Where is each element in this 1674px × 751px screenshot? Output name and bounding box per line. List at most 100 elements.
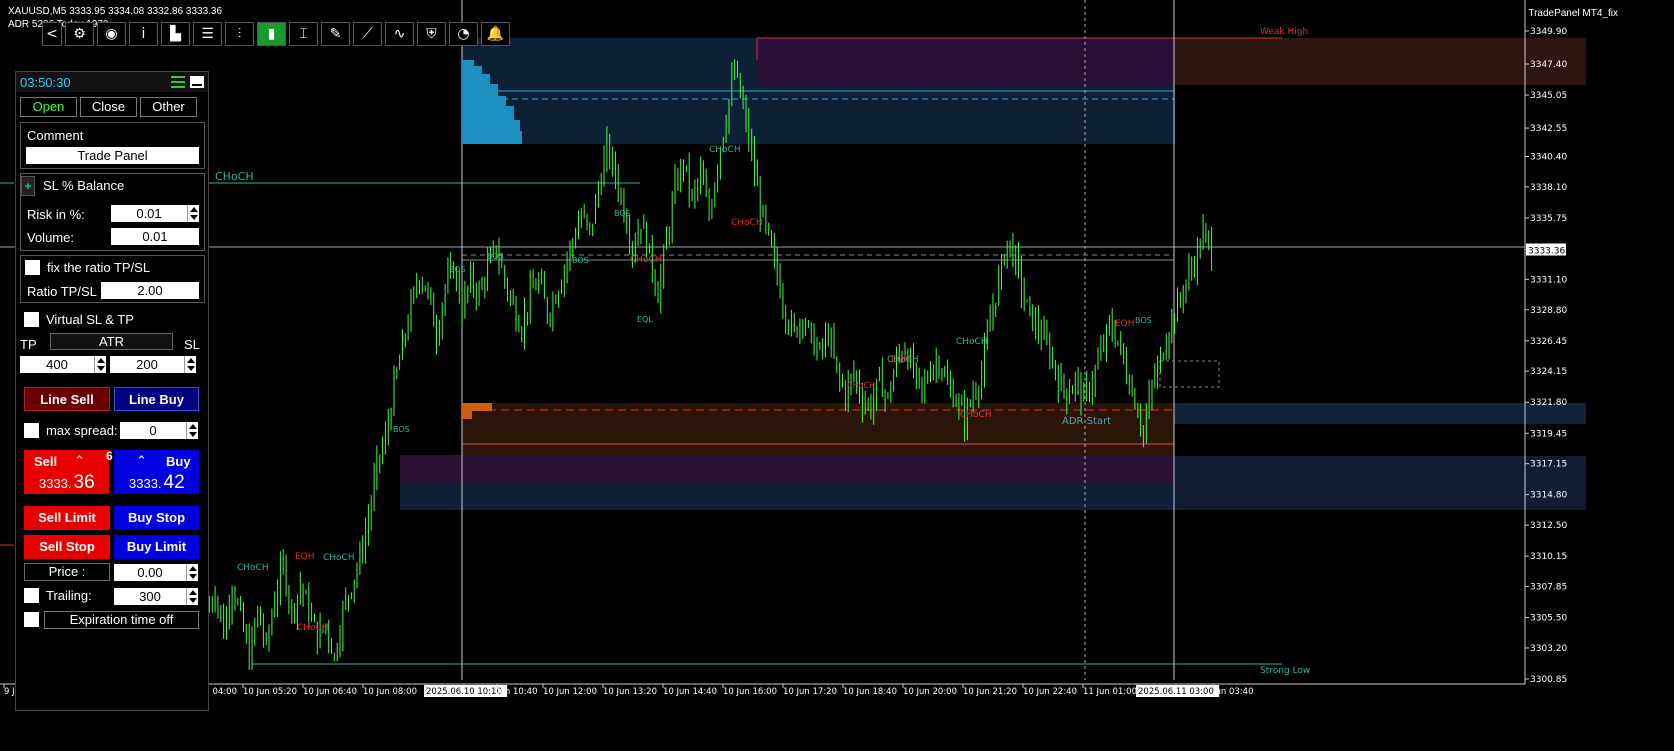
chart-toolbar: < ⚙ ◉ i ▙ ☰ ⫶ ▮ ⌶ ✎ ⟋ ∿ ⛨ ◔ 🔔 [42, 22, 513, 48]
risk-stepper[interactable] [187, 205, 199, 222]
smc-label: CHoCH [731, 218, 763, 228]
expand-icon[interactable]: + [21, 176, 35, 196]
expiration-checkbox[interactable] [24, 612, 39, 627]
tab-open[interactable]: Open [20, 97, 77, 117]
smc-label: CHoCH [709, 145, 741, 155]
price-tick-label: 3331.10 [1530, 275, 1567, 285]
gear-icon[interactable]: ⚙ [65, 22, 94, 46]
smc-label: CHoCH [323, 553, 355, 563]
sliders-icon[interactable]: ⫶ [225, 22, 254, 46]
smc-label: Weak High [1260, 27, 1308, 37]
trailing-stepper[interactable] [186, 588, 198, 605]
time-tick-label: 10 Jun 21:20 [963, 687, 1017, 697]
smc-label: CHoCH [956, 337, 988, 347]
smc-label: CHoCH [960, 410, 992, 420]
ruler-icon[interactable]: ⌶ [289, 22, 318, 46]
time-tick-label: 10 Jun 22:40 [1023, 687, 1077, 697]
camera-icon[interactable]: ◉ [97, 22, 126, 46]
list-icon[interactable]: ☰ [193, 22, 222, 46]
comment-box: Comment Trade Panel [20, 122, 205, 169]
volume-profile-bar [462, 66, 482, 74]
price-chart[interactable]: CHoCH CHoCH CHoCH CHoCH CHoCH CHoCH BOS BOS BOS B… [0, 0, 1674, 751]
ratio-label: Ratio TP/SL [27, 284, 97, 299]
tab-other[interactable]: Other [140, 97, 197, 117]
tp-stepper[interactable] [94, 356, 106, 373]
line-buy-button[interactable]: Line Buy [114, 387, 199, 411]
time-tick-label: 2025.06.10 10:10 [426, 687, 502, 697]
demand-zone-purple [400, 455, 1174, 483]
note-icon[interactable]: ✎ [321, 22, 350, 46]
demand-zone-blue [1174, 403, 1586, 424]
time-tick-label: 10 Jun 14:40 [663, 687, 717, 697]
volume-profile-bar [462, 120, 520, 131]
sl-mode-label[interactable]: SL % Balance [43, 178, 124, 193]
risk-input[interactable]: 0.01 [111, 205, 187, 222]
smc-label: EQH [891, 355, 911, 365]
info-icon[interactable]: i [129, 22, 158, 46]
trendline-icon[interactable]: ∿ [385, 22, 414, 46]
volume-profile-bar [462, 131, 522, 144]
bell-icon[interactable]: 🔔 [481, 22, 510, 46]
smc-label: EQH [295, 552, 315, 562]
price-stepper[interactable] [186, 564, 198, 581]
panel-titlebar[interactable]: 03:50:30 [16, 72, 208, 92]
smc-label: BOS [449, 265, 466, 274]
buy-label: Buy [166, 454, 191, 469]
smc-label: ADR Start [1062, 416, 1111, 427]
max-spread-input[interactable]: 0 [120, 422, 186, 439]
price-input[interactable]: 0.00 [114, 564, 186, 581]
server-clock: 03:50:30 [20, 75, 71, 90]
trade-panel: 03:50:30 Open Close Other Comment Trade … [15, 71, 209, 711]
shield-icon[interactable]: ⛨ [417, 22, 446, 46]
sell-button[interactable]: Sell ⌃ 3333. 36 [24, 450, 109, 494]
comment-input[interactable]: Trade Panel [26, 147, 199, 164]
buy-chevron-icon: ⌃ [136, 453, 147, 468]
smc-label: CHoCH [297, 623, 329, 633]
trailing-input[interactable]: 300 [114, 588, 186, 605]
time-tick-label: Jun 03:40 [1212, 687, 1253, 697]
time-tick-label: 10 Jun 08:00 [363, 687, 417, 697]
weak-high-zone [757, 38, 1174, 85]
fix-ratio-checkbox[interactable] [25, 260, 40, 275]
sl-input[interactable]: 200 [110, 356, 184, 373]
buy-button[interactable]: ⌃ Buy 3333. 42 [114, 450, 199, 494]
smc-label: CHoCH [630, 255, 662, 265]
max-spread-stepper[interactable] [186, 422, 198, 439]
price-tick-label: 3314.80 [1530, 491, 1567, 501]
tp-input[interactable]: 400 [20, 356, 94, 373]
virtual-checkbox[interactable] [24, 312, 39, 327]
fix-ratio-label: fix the ratio TP/SL [47, 260, 151, 275]
price-tick-label: 3338.10 [1530, 183, 1567, 193]
trend-icon[interactable]: ⟋ [353, 22, 382, 46]
back-icon[interactable]: < [42, 22, 62, 46]
price-tick-label: 3328.80 [1530, 306, 1567, 316]
price-label: Price : [24, 563, 110, 581]
sell-stop-button[interactable]: Sell Stop [24, 535, 110, 559]
candles-icon[interactable]: ▮ [257, 22, 286, 46]
price-tick-label: 3335.75 [1530, 214, 1567, 224]
buy-stop-button[interactable]: Buy Stop [114, 506, 199, 530]
atr-button[interactable]: ATR [50, 333, 173, 350]
volume-input[interactable]: 0.01 [111, 228, 199, 245]
tab-close[interactable]: Close [80, 97, 137, 117]
max-spread-checkbox[interactable] [24, 423, 39, 438]
ratio-input[interactable]: 2.00 [101, 282, 199, 299]
virtual-label: Virtual SL & TP [46, 312, 134, 327]
time-tick-label: Jun 10:40 [496, 687, 537, 697]
menu-icon[interactable] [171, 76, 185, 88]
sl-stepper[interactable] [184, 356, 196, 373]
sell-limit-button[interactable]: Sell Limit [24, 506, 110, 530]
minimize-icon[interactable] [190, 76, 204, 88]
time-tick-label: 2025.06.11 03:00 [1138, 687, 1214, 697]
time-tick-label: 10 Jun 12:00 [543, 687, 597, 697]
line-sell-button[interactable]: Line Sell [24, 387, 110, 411]
buy-limit-button[interactable]: Buy Limit [114, 535, 199, 559]
sell-chevron-icon: ⌃ [74, 453, 85, 468]
time-tick-label: 10 Jun 18:40 [843, 687, 897, 697]
pie-icon[interactable]: ◔ [449, 22, 478, 46]
bar-chart-icon[interactable]: ▙ [161, 22, 190, 46]
price-tick-label: 3303.20 [1530, 644, 1567, 654]
smc-label: BOS [393, 425, 410, 434]
expiration-button[interactable]: Expiration time off [44, 611, 199, 629]
trailing-checkbox[interactable] [24, 588, 39, 603]
